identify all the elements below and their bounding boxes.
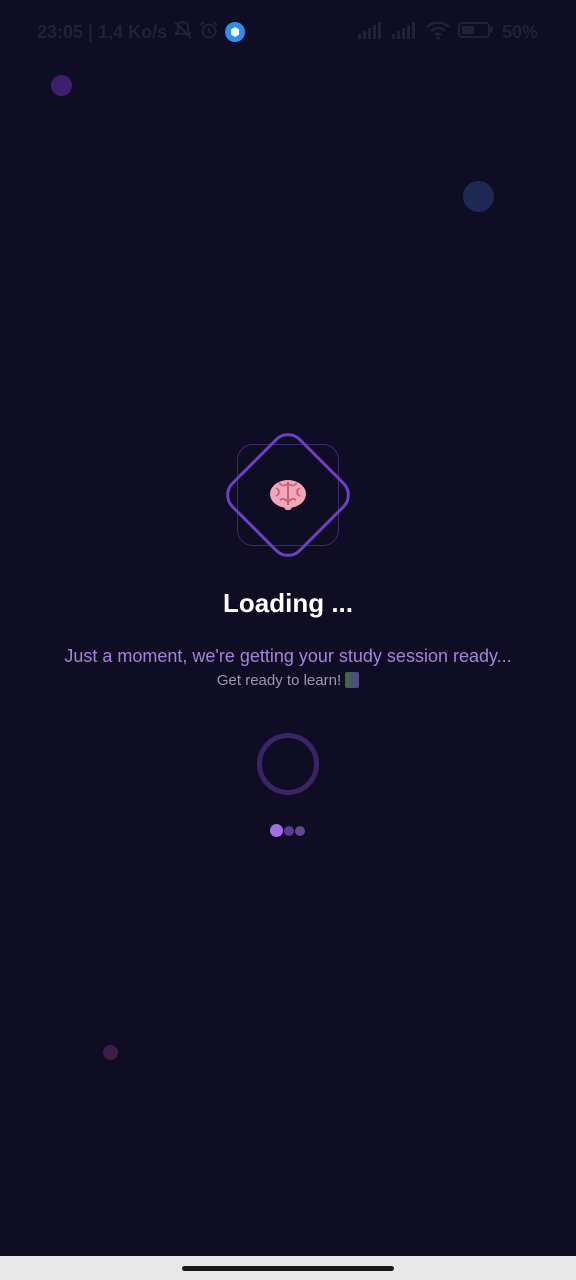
books-icon — [345, 672, 360, 688]
loading-dots — [270, 824, 305, 837]
alarm-icon — [199, 20, 219, 45]
home-gesture-handle[interactable] — [182, 1266, 394, 1271]
status-bar: 23:05 | 1,4 Ko/s 50% — [0, 0, 576, 64]
system-nav-bar — [0, 1256, 576, 1280]
loading-dot — [270, 824, 283, 837]
loading-dot — [284, 825, 294, 836]
loading-spinner — [257, 733, 319, 795]
loading-logo — [218, 425, 358, 565]
status-right: 50% — [357, 20, 538, 45]
decorative-orb — [103, 1045, 118, 1060]
loading-title: Loading ... — [223, 588, 353, 618]
battery-icon — [457, 21, 494, 44]
app-notification-icon — [225, 22, 246, 42]
bell-off-icon — [173, 20, 193, 45]
decorative-orb — [51, 75, 72, 96]
status-time-speed: 23:05 | 1,4 Ko/s — [37, 21, 168, 42]
loading-hint: Get ready to learn! — [0, 672, 576, 689]
signal-icon — [357, 21, 384, 44]
status-left: 23:05 | 1,4 Ko/s — [37, 20, 246, 45]
decorative-orb — [463, 181, 494, 212]
battery-percent: 50% — [501, 21, 538, 42]
signal-icon-2 — [391, 21, 418, 44]
loading-subtitle: Just a moment, we're getting your study … — [64, 646, 512, 666]
brain-icon — [218, 425, 358, 565]
wifi-icon — [426, 20, 450, 45]
loading-dot — [295, 825, 305, 836]
loading-hint-text: Get ready to learn! — [216, 672, 342, 689]
